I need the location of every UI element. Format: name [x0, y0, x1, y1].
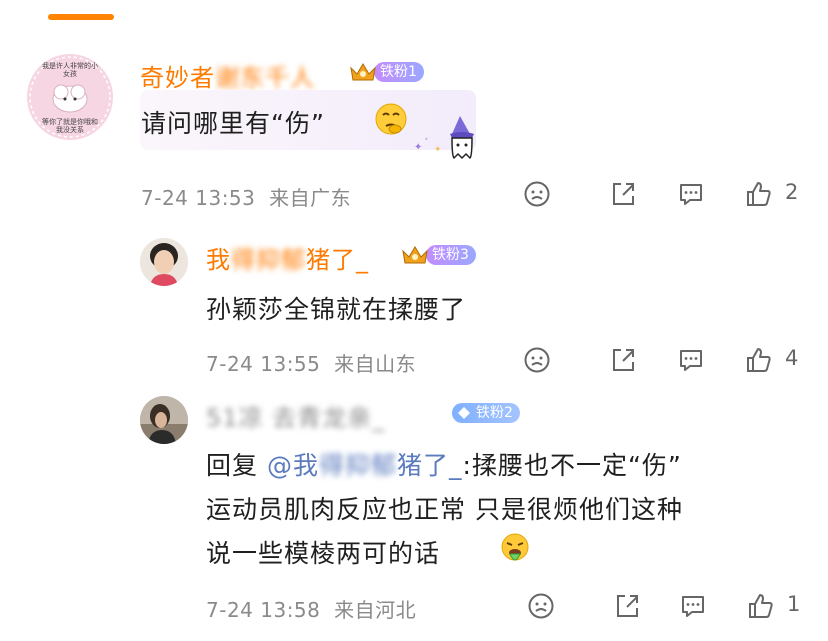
mention-blurred: 得抑郁	[318, 451, 397, 480]
svg-text:✦: ✦	[414, 142, 422, 153]
svg-text:•: •	[424, 135, 429, 144]
diamond-icon	[458, 407, 470, 419]
reply-line-2: 运动员肌肉反应也正常 只是很烦他们这种	[206, 495, 683, 524]
frown-icon[interactable]	[523, 180, 551, 208]
username[interactable]: 奇妙者谢东千人	[140, 58, 315, 93]
comment-meta: 7-24 13:53 来自广东	[141, 182, 351, 211]
fan-badge[interactable]: 铁粉2	[452, 402, 520, 424]
frown-icon[interactable]	[527, 592, 555, 620]
comment-time: 7-24 13:53	[141, 186, 256, 210]
share-icon[interactable]	[609, 346, 637, 374]
reply-text-after-mention: :揉腰也不一定“伤”	[462, 451, 682, 480]
avatar[interactable]: 我是许人非常的小女孩 等你了就是你哦和我没关系	[27, 54, 113, 140]
like-count: 1	[787, 592, 801, 616]
vomit-emoji	[498, 532, 532, 566]
comment-icon[interactable]	[677, 180, 705, 208]
mention-end: 猪了_	[397, 451, 463, 480]
comment-actions: 2	[523, 180, 803, 208]
username-blurred: 51凉 去青龙亲_	[206, 404, 386, 432]
thumbs-up-icon[interactable]	[745, 346, 773, 374]
username-blurred: 得抑郁	[231, 246, 306, 274]
avatar[interactable]	[140, 396, 188, 444]
username[interactable]: 我得抑郁猪了_	[206, 240, 369, 275]
comment-location: 来自广东	[269, 186, 352, 210]
reply-line-3: 说一些模棱两可的话	[206, 539, 441, 568]
mention-visible: @我	[266, 451, 319, 480]
comment-meta: 7-24 13:58 来自河北	[206, 594, 416, 623]
fan-badge-label: 铁粉1	[374, 62, 424, 82]
reply-line-1: 回复 @我得抑郁猪了_:揉腰也不一定“伤”	[206, 446, 682, 482]
username[interactable]: 51凉 去青龙亲_	[206, 398, 385, 433]
like-count: 2	[785, 180, 799, 204]
fan-badge-label-wrap: 铁粉2	[452, 403, 520, 423]
comment-location: 来自山东	[334, 352, 417, 376]
fan-badge-label: 铁粉2	[476, 405, 513, 421]
thumbs-up-icon[interactable]	[745, 180, 773, 208]
crown-icon	[348, 60, 378, 84]
comment-meta: 7-24 13:55 来自山东	[206, 348, 416, 377]
comment-location: 来自河北	[334, 598, 417, 622]
fan-badge[interactable]: 铁粉1	[348, 61, 424, 83]
crown-icon	[400, 243, 430, 267]
active-tab-indicator	[48, 14, 114, 20]
comment-text: 请问哪里有“伤”	[141, 109, 325, 138]
username-visible: 奇妙者	[140, 64, 215, 92]
ghost-wizard-icon: ✦ • ✦	[412, 112, 488, 160]
fan-badge[interactable]: 铁粉3	[400, 244, 476, 266]
thinking-emoji	[374, 102, 408, 136]
comment-icon[interactable]	[679, 592, 707, 620]
username-blurred: 谢东千人	[215, 64, 315, 92]
mention-link[interactable]: @我得抑郁猪了_	[267, 451, 463, 480]
username-visible: 我	[206, 246, 231, 274]
comment-actions: 1	[527, 592, 807, 620]
like-count: 4	[785, 346, 799, 370]
comment-time: 7-24 13:55	[206, 352, 321, 376]
fan-badge-label: 铁粉3	[426, 245, 476, 265]
svg-text:✦: ✦	[434, 145, 442, 155]
reply-prefix: 回复	[206, 451, 259, 480]
share-icon[interactable]	[613, 592, 641, 620]
thumbs-up-icon[interactable]	[747, 592, 775, 620]
comment-actions: 4	[523, 346, 803, 374]
avatar[interactable]	[140, 238, 188, 286]
frown-icon[interactable]	[523, 346, 551, 374]
comment-time: 7-24 13:58	[206, 598, 321, 622]
comment-text: 孙颖莎全锦就在揉腰了	[206, 295, 467, 324]
username-end: 猪了_	[306, 246, 369, 274]
comment-icon[interactable]	[677, 346, 705, 374]
avatar-text-bottom: 等你了就是你哦和我没关系	[42, 118, 98, 134]
share-icon[interactable]	[609, 180, 637, 208]
avatar-text-top: 我是许人非常的小女孩	[42, 62, 98, 78]
